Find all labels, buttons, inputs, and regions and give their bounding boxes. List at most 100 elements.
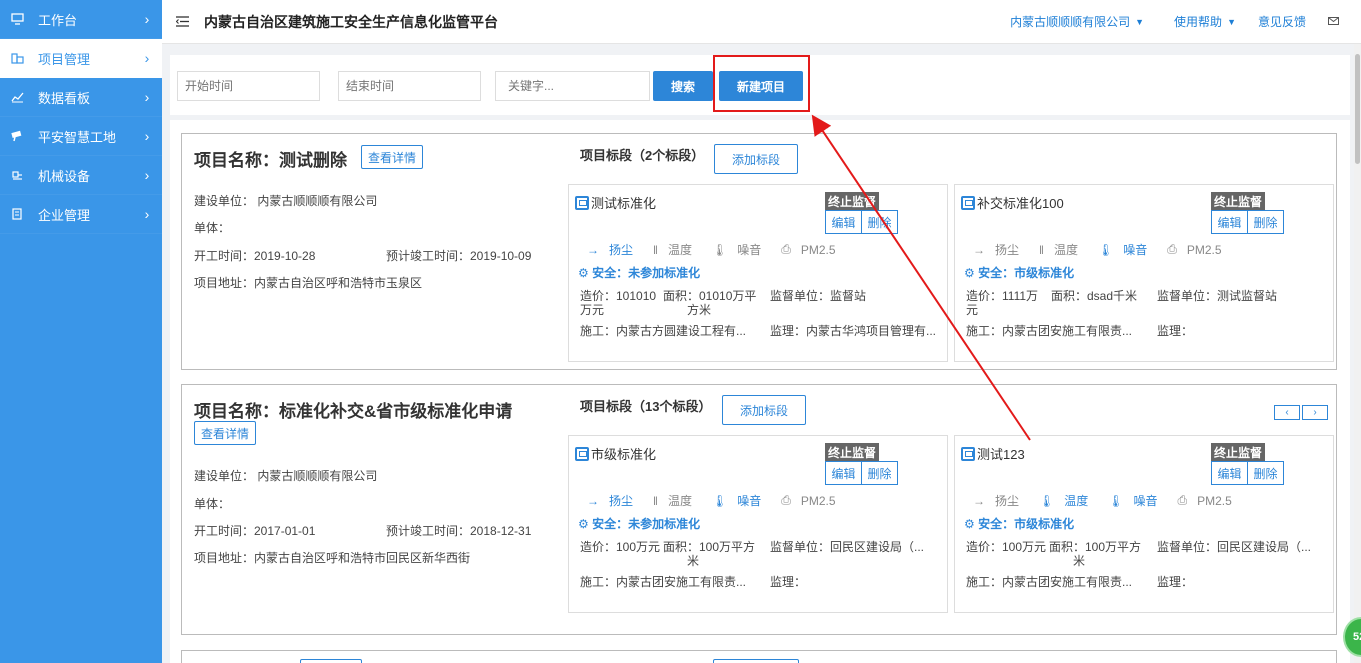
delete-button[interactable]: 删除 [1247,461,1284,485]
planned-end-date: 预计竣工时间：2018-12-31 [386,524,532,538]
cost: 造价：1111万元 [966,289,1038,317]
construction-unit: 施工：内蒙古团安施工有限责... [966,575,1133,589]
noise-sensor: 🌡︎ 噪音 [1108,492,1167,509]
chevron-right-icon: › [144,128,150,144]
sidebar-item-label: 数据看板 [38,90,91,106]
pm-sensor: ⎙ PM2.5 [781,492,845,509]
annotation-highlight-box [713,55,810,112]
company-dropdown[interactable]: 内蒙古顺顺顺有限公司 ▼ [1010,13,1144,30]
sidebar-item-smart-site[interactable]: 平安智慧工地 › [0,117,162,156]
sidebar-item-machinery[interactable]: 机械设备 › [0,156,162,195]
monitor-unit: 监理：内蒙古华鸿项目管理有... [770,324,937,338]
wave-icon: ‖ [653,242,658,257]
dust-sensor: → 扬尘 [587,241,643,258]
area: 面积：100万平方米 [663,540,755,568]
sidebar-item-label: 企业管理 [38,207,91,223]
project-address: 项目地址：内蒙古自治区呼和浩特市玉泉区 [194,276,423,290]
keyword-input[interactable] [495,71,650,101]
dust-label: 扬尘 [609,243,634,257]
caret-down-icon: ▼ [1135,16,1145,27]
stop-supervision-badge: 终止监督 [825,192,880,211]
safety-label: 安全：未参加标准化 [592,517,701,531]
mail-icon[interactable] [1328,16,1339,28]
feedback-link[interactable]: 意见反馈 [1258,13,1306,30]
temp-label: 温度 [1053,243,1078,257]
segment-name: 市级标准化 [575,444,656,463]
sidebar-item-enterprise[interactable]: 企业管理 › [0,195,162,234]
dust-sensor: → 扬尘 [973,492,1029,509]
delete-button[interactable]: 删除 [861,461,898,485]
chevron-right-icon: › [144,167,150,183]
scrollbar-thumb[interactable] [1355,54,1360,164]
cost-line-1: 造价：1111万 [966,289,1039,303]
cost: 造价：100万元 [966,540,1047,554]
supervisor-unit: 监督单位：回民区建设局（... [1157,540,1312,554]
next-page-button[interactable]: › [1302,405,1328,420]
view-detail-button[interactable]: 查看详情 [361,145,424,169]
sidebar-item-project-management[interactable]: 项目管理 › [0,39,162,78]
pm-sensor: ⎙ PM2.5 [781,241,845,258]
sensor-row: → 扬尘 ‖ 温度 🌡︎ 噪音 ⎙ PM2.5 [587,241,856,258]
sidebar-item-data-dashboard[interactable]: 数据看板 › [0,78,162,117]
segment-card: 测试标准化 终止监督 编辑 删除 → 扬尘 ‖ 温度 🌡︎ 噪音 ⎙ PM2.5 ⚙ 安… [568,184,948,362]
caret-down-icon: ▼ [1227,16,1236,27]
project-card [181,650,1337,663]
delete-button[interactable]: 删除 [1247,210,1284,234]
segments-title: 项目标段（2个标段） [580,148,705,163]
view-detail-button[interactable]: 查看详情 [194,421,257,445]
segment-card: 测试123 终止监督 编辑 删除 → 扬尘 🌡︎ 温度 🌡︎ 噪音 ⎙ PM2.5 ⚙ … [954,435,1334,613]
dust-icon: → [587,493,599,508]
chevron-right-icon: › [144,89,150,105]
gear-icon: ⚙ [578,266,593,280]
cost: 造价：101010 万元 [580,289,656,317]
edit-button[interactable]: 编辑 [825,210,862,234]
dust-sensor: → 扬尘 [973,241,1029,258]
temp-label: 温度 [667,494,692,508]
printer-icon: ⎙ [781,242,791,256]
single-unit: 单体： [194,497,231,511]
sensor-row: → 扬尘 ‖ 温度 🌡︎ 噪音 ⎙ PM2.5 [587,492,856,509]
bus-icon [961,195,975,210]
search-button[interactable]: 搜索 [653,71,713,101]
builder-unit: 建设单位： 内蒙古顺顺顺有限公司 [194,194,378,208]
edit-button[interactable]: 编辑 [825,461,862,485]
dust-icon: → [973,242,985,257]
pm-sensor: ⎙ PM2.5 [1178,492,1242,509]
segment-name-label: 市级标准化 [591,447,657,462]
add-segment-button[interactable] [713,659,799,663]
safety-label: 安全：市级标准化 [978,266,1075,280]
temp-sensor: ‖ 温度 [1039,241,1088,258]
safety-status: ⚙ 安全：未参加标准化 [578,515,700,532]
thermometer-icon: 🌡︎ [1098,242,1114,257]
delete-button[interactable]: 删除 [861,210,898,234]
pm-label: PM2.5 [1197,493,1232,508]
pm-label: PM2.5 [800,242,836,257]
add-segment-button[interactable]: 添加标段 [722,395,806,425]
start-time-input[interactable] [177,71,320,101]
help-dropdown[interactable]: 使用帮助 ▼ [1174,13,1236,30]
prev-page-button[interactable]: ‹ [1274,405,1300,420]
stop-supervision-badge: 终止监督 [1211,443,1266,462]
company-icon [10,207,24,221]
monitor-unit: 监理： [1157,575,1194,589]
edit-button[interactable]: 编辑 [1211,210,1248,234]
vertical-scrollbar[interactable] [1354,44,1361,663]
pm-sensor: ⎙ PM2.5 [1167,241,1231,258]
safety-label: 安全：未参加标准化 [592,266,701,280]
sidebar-item-workbench[interactable]: 工作台 › [0,0,162,39]
segment-name: 补交标准化100 [961,193,1064,212]
edit-button[interactable]: 编辑 [1211,461,1248,485]
end-time-input[interactable] [338,71,481,101]
view-detail-button[interactable] [300,659,362,663]
segment-name-label: 测试123 [977,447,1025,462]
chevron-right-icon: › [144,50,150,66]
noise-sensor: 🌡︎ 噪音 [712,492,771,509]
area-line-2: 米 [687,554,700,568]
building-icon [10,51,24,65]
top-header: 内蒙古自治区建筑施工安全生产信息化监管平台 内蒙古顺顺顺有限公司 ▼ 使用帮助 ▼ … [162,0,1361,44]
start-date: 开工时间：2019-10-28 [194,249,316,263]
add-segment-button[interactable]: 添加标段 [714,144,798,174]
area: 面积：100万平方米 [1049,540,1141,568]
menu-toggle-icon[interactable] [175,14,192,30]
pm-label: PM2.5 [800,493,836,508]
